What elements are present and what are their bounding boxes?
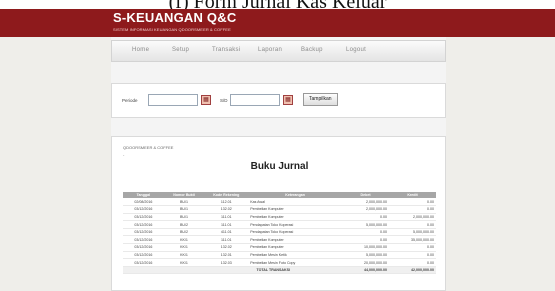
table-row: 03/12/2016 BU/1 111.01 Pembelian Kompute… xyxy=(123,213,436,222)
nav-setup[interactable]: Setup xyxy=(172,47,189,53)
table-row: 02/08/2016 BU/1 112.01 Kas Awal 2,000,00… xyxy=(123,198,436,207)
cell-nomor-bukti: KK/1 xyxy=(163,258,205,267)
cell-kredit: 5,000,000.00 xyxy=(389,228,436,237)
cell-kode-rekening: 111.01 xyxy=(204,235,249,245)
periode-start-input[interactable] xyxy=(148,94,198,106)
cell-keterangan: Pembelian Mesin Ketik xyxy=(248,251,343,260)
sd-label: S/D xyxy=(220,98,228,103)
cell-tanggal: 03/12/2016 xyxy=(123,235,164,245)
cell-tanggal: 03/12/2016 xyxy=(123,251,164,260)
cell-kode-rekening: 132.03 xyxy=(204,258,249,267)
main-content: Home Setup Transaksi Laporan Backup Logo… xyxy=(111,37,446,291)
cell-kredit: 0.00 xyxy=(389,198,436,207)
tampilkan-button[interactable]: Tampilkan xyxy=(303,93,338,106)
cell-kredit: 0.00 xyxy=(389,220,436,229)
cell-debet: 20,000,000.00 xyxy=(342,258,390,267)
cell-nomor-bukti: BU/1 xyxy=(163,205,205,214)
cell-nomor-bukti: BU/2 xyxy=(163,220,205,229)
cell-debet: 5,000,000.00 xyxy=(342,220,390,229)
app-header: S-KEUANGAN Q&C SISTEM INFORMASI KEUANGAN… xyxy=(0,9,555,37)
empty-cell xyxy=(163,266,205,275)
total-kredit: 42,000,000.00 xyxy=(389,266,436,275)
empty-cell xyxy=(123,266,164,275)
cell-debet: 0.00 xyxy=(342,213,390,222)
cell-keterangan: Pendapatan Toko Koperasi xyxy=(248,220,343,229)
cell-debet: 0.00 xyxy=(342,235,390,245)
table-row: 03/12/2016 KK/1 111.01 Pembelian Kompute… xyxy=(123,235,436,245)
nav-backup[interactable]: Backup xyxy=(301,47,323,53)
cell-keterangan: Pembelian Komputer xyxy=(248,213,343,222)
filter-panel: Periode ▦ S/D ▦ Tampilkan xyxy=(111,83,446,118)
cell-kode-rekening: 132.01 xyxy=(204,251,249,260)
table-row: 03/12/2016 KK/1 132.03 Pembelian Mesin F… xyxy=(123,258,436,267)
cell-keterangan: Pendapatan Toko Koperasi xyxy=(248,228,343,237)
table-row: 03/12/2016 BU/1 132.02 Pembelian Kompute… xyxy=(123,205,436,214)
cell-kredit: 0.00 xyxy=(389,243,436,252)
periode-label: Periode xyxy=(122,98,138,103)
cell-kredit: 2,000,000.00 xyxy=(389,213,436,222)
journal-table: Tanggal Nomor Bukti Kode Rekening Ketera… xyxy=(123,192,436,275)
report-panel: QDOORSMEER & COFFEE - Buku Jurnal Tangga… xyxy=(111,136,446,291)
nav-laporan[interactable]: Laporan xyxy=(258,47,282,53)
total-label: TOTAL TRANSAKSI xyxy=(204,266,343,275)
cell-kredit: 0.00 xyxy=(389,205,436,214)
cell-keterangan: Pembelian Mesin Foto Copy xyxy=(248,258,343,267)
table-row: 03/12/2016 KK/1 132.02 Pembelian Kompute… xyxy=(123,243,436,252)
cell-tanggal: 03/12/2016 xyxy=(123,213,164,222)
cell-tanggal: 03/12/2016 xyxy=(123,228,164,237)
cell-tanggal: 03/12/2016 xyxy=(123,220,164,229)
cell-keterangan: Pembelian Komputer xyxy=(248,235,343,245)
cell-kode-rekening: 132.02 xyxy=(204,205,249,214)
cell-nomor-bukti: KK/1 xyxy=(163,243,205,252)
cell-keterangan: Pembelian Komputer xyxy=(248,243,343,252)
table-row: 03/12/2016 BU/2 411.01 Pendapatan Toko K… xyxy=(123,228,436,237)
table-row: 03/12/2016 BU/2 111.01 Pendapatan Toko K… xyxy=(123,220,436,229)
app-title: S-KEUANGAN Q&C xyxy=(113,10,237,25)
table-row: 03/12/2016 KK/1 132.01 Pembelian Mesin K… xyxy=(123,251,436,260)
cell-debet: 2,000,000.00 xyxy=(342,198,390,207)
report-title: Buku Jurnal xyxy=(250,161,309,172)
calendar-icon[interactable]: ▦ xyxy=(283,95,293,105)
company-subline: - xyxy=(123,152,125,157)
cell-nomor-bukti: KK/1 xyxy=(163,235,205,245)
cell-keterangan: Kas Awal xyxy=(248,198,343,207)
cell-tanggal: 02/08/2016 xyxy=(123,198,164,207)
cell-debet: 5,000,000.00 xyxy=(342,251,390,260)
cell-debet: 10,000,000.00 xyxy=(342,243,390,252)
cell-keterangan: Pembelian Komputer xyxy=(248,205,343,214)
calendar-icon[interactable]: ▦ xyxy=(201,95,211,105)
cell-nomor-bukti: KK/1 xyxy=(163,251,205,260)
cell-tanggal: 03/12/2016 xyxy=(123,205,164,214)
nav-logout[interactable]: Logout xyxy=(346,47,366,53)
cell-kode-rekening: 112.01 xyxy=(204,198,249,207)
cell-debet: 0.00 xyxy=(342,228,390,237)
nav-transaksi[interactable]: Transaksi xyxy=(212,47,240,53)
company-name: QDOORSMEER & COFFEE xyxy=(123,145,174,150)
app-window: S-KEUANGAN Q&C SISTEM INFORMASI KEUANGAN… xyxy=(0,9,555,291)
cell-nomor-bukti: BU/1 xyxy=(163,198,205,207)
cell-kode-rekening: 132.02 xyxy=(204,243,249,252)
cell-debet: 2,000,000.00 xyxy=(342,205,390,214)
total-row: TOTAL TRANSAKSI 44,000,000.00 42,000,000… xyxy=(123,266,436,275)
cell-kode-rekening: 111.01 xyxy=(204,213,249,222)
cell-kredit: 0.00 xyxy=(389,251,436,260)
cell-tanggal: 03/12/2016 xyxy=(123,243,164,252)
cell-nomor-bukti: BU/1 xyxy=(163,213,205,222)
app-subtitle: SISTEM INFORMASI KEUANGAN QDOORSMEER & C… xyxy=(113,27,231,32)
nav-home[interactable]: Home xyxy=(132,47,149,53)
cell-kredit: 0.00 xyxy=(389,258,436,267)
cell-kredit: 35,000,000.00 xyxy=(389,235,436,245)
total-debet: 44,000,000.00 xyxy=(342,266,390,275)
cell-tanggal: 03/12/2016 xyxy=(123,258,164,267)
cell-kode-rekening: 111.01 xyxy=(204,220,249,229)
cell-kode-rekening: 411.01 xyxy=(204,228,249,237)
nav-bar: Home Setup Transaksi Laporan Backup Logo… xyxy=(111,40,446,62)
cell-nomor-bukti: BU/2 xyxy=(163,228,205,237)
periode-end-input[interactable] xyxy=(230,94,280,106)
